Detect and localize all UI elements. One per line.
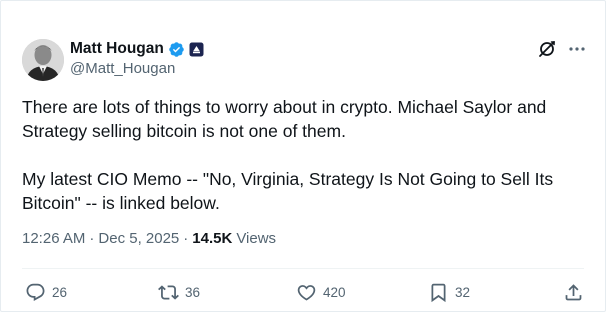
- like-button[interactable]: 420: [296, 280, 346, 304]
- bookmark-button[interactable]: 32: [428, 280, 470, 304]
- avatar[interactable]: [22, 39, 64, 81]
- share-button[interactable]: [563, 280, 584, 304]
- like-count: 420: [323, 284, 346, 300]
- reply-count: 26: [52, 284, 68, 300]
- author-name[interactable]: Matt Hougan: [70, 40, 164, 58]
- views-count: 14.5K: [192, 230, 233, 247]
- reply-button[interactable]: 26: [25, 280, 67, 304]
- meta-separator: ·: [89, 230, 95, 247]
- meta-separator-2: ·: [183, 230, 189, 247]
- author-name-row: Matt Hougan: [70, 39, 204, 59]
- bookmark-count: 32: [455, 284, 471, 300]
- views-label: Views: [236, 230, 277, 247]
- author-handle[interactable]: @Matt_Hougan: [70, 60, 175, 77]
- divider: [22, 268, 584, 269]
- repost-count: 36: [185, 284, 201, 300]
- repost-icon: [158, 282, 179, 303]
- reply-icon: [25, 282, 46, 303]
- avatar-image: [22, 39, 64, 81]
- share-icon: [563, 282, 584, 303]
- tweet-date[interactable]: Dec 5, 2025: [98, 230, 179, 247]
- tweet-top-actions: [537, 39, 587, 59]
- grok-icon[interactable]: [537, 39, 557, 59]
- affiliation-badge-icon[interactable]: [189, 42, 204, 57]
- heart-icon: [296, 282, 317, 303]
- repost-button[interactable]: 36: [158, 280, 200, 304]
- tweet-time[interactable]: 12:26 AM: [22, 230, 85, 247]
- bookmark-icon: [428, 282, 449, 303]
- action-bar: 26 36 420 32: [22, 280, 584, 304]
- tweet-text: There are lots of things to worry about …: [22, 97, 554, 213]
- tweet-card: Matt Hougan @Matt_Hougan There are lots …: [0, 0, 606, 312]
- more-icon[interactable]: [567, 39, 587, 59]
- verified-badge-icon[interactable]: [168, 41, 185, 58]
- tweet-meta: 12:26 AM · Dec 5, 2025 · 14.5K Views: [22, 230, 276, 247]
